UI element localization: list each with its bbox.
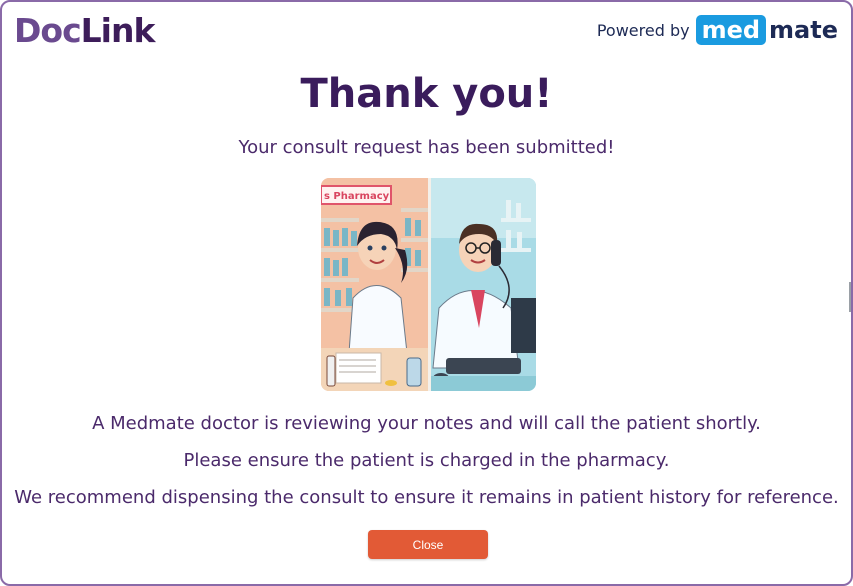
window-resize-handle[interactable] <box>849 282 851 312</box>
page-subtitle: Your consult request has been submitted! <box>238 137 615 158</box>
pharmacist-doctor-illustration: s Pharmacy <box>321 178 536 391</box>
message-ensure-charged: Please ensure the patient is charged in … <box>183 450 670 471</box>
powered-by-medmate: Powered by med mate <box>597 14 838 46</box>
powered-by-label: Powered by <box>596 20 690 40</box>
logo-doc-text: Doc <box>14 10 82 50</box>
medmate-logo: med mate <box>695 15 838 45</box>
message-doctor-reviewing: A Medmate doctor is reviewing your notes… <box>92 413 761 434</box>
pharmacy-sign-text: s Pharmacy <box>324 191 390 202</box>
medmate-logo-med: med <box>695 15 767 45</box>
modal-dialog: DocLink Powered by med mate Thank you! Y… <box>0 0 853 586</box>
logo-link-text: Link <box>80 10 156 50</box>
page-title: Thank you! <box>300 71 553 117</box>
close-button[interactable]: Close <box>368 530 488 559</box>
message-recommend-dispensing: We recommend dispensing the consult to e… <box>14 487 839 508</box>
medmate-logo-mate: mate <box>769 16 838 44</box>
doclink-logo: DocLink <box>14 10 156 50</box>
